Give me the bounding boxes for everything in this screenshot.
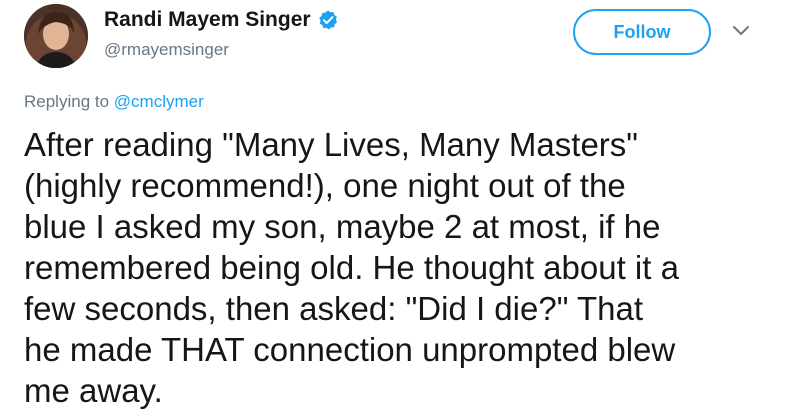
tweet-line: After reading "Many Lives, Many Masters" (24, 126, 638, 163)
reply-prefix: Replying to (24, 92, 110, 111)
reply-context: Replying to @cmclymer (24, 92, 204, 112)
tweet-line: he made THAT connection unprompted blew (24, 331, 676, 368)
tweet-line: blue I asked my son, maybe 2 at most, if… (24, 208, 661, 245)
avatar[interactable] (24, 4, 88, 68)
chevron-down-icon[interactable] (732, 24, 750, 38)
follow-button[interactable]: Follow (573, 9, 711, 55)
profile-photo-icon (24, 4, 88, 68)
tweet-line: me away. (24, 372, 163, 409)
tweet-text: After reading "Many Lives, Many Masters"… (24, 124, 784, 411)
tweet-line: few seconds, then asked: "Did I die?" Th… (24, 290, 644, 327)
user-handle[interactable]: @rmayemsinger (104, 40, 229, 60)
display-name-text: Randi Mayem Singer (104, 8, 311, 31)
display-name[interactable]: Randi Mayem Singer (104, 8, 339, 32)
tweet-line: remembered being old. He thought about i… (24, 249, 679, 286)
reply-mention-link[interactable]: @cmclymer (114, 92, 204, 111)
verified-badge-icon (317, 9, 339, 31)
tweet-card: Randi Mayem Singer @rmayemsinger Follow … (0, 0, 800, 420)
tweet-line: (highly recommend!), one night out of th… (24, 167, 626, 204)
